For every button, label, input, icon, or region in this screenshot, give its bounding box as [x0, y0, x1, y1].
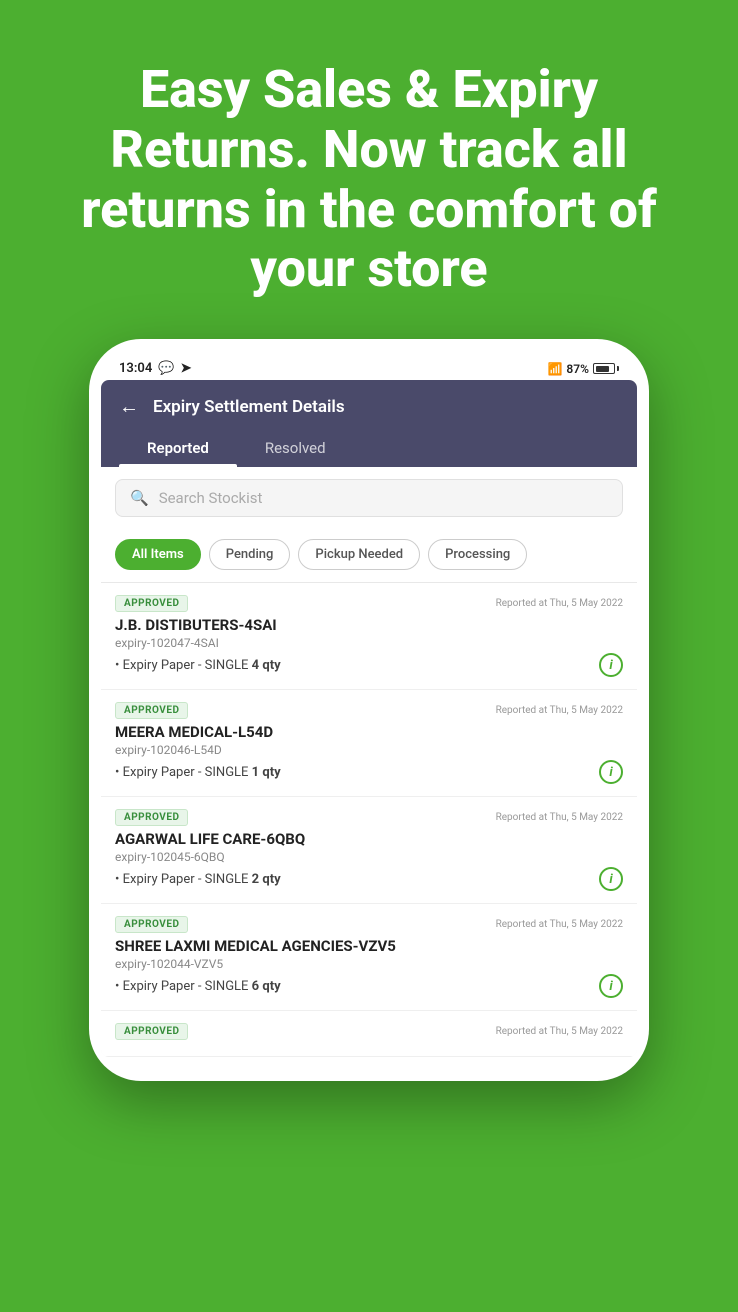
whatsapp-icon: 💬 [158, 361, 174, 376]
approved-badge: APPROVED [115, 809, 188, 826]
status-left: 13:04 💬 ➤ [119, 361, 191, 376]
item-detail-text: • Expiry Paper - SINGLE 6 qty [115, 979, 281, 994]
reported-date: Reported at Thu, 5 May 2022 [496, 1026, 623, 1037]
status-bar: 13:04 💬 ➤ 📶 87% [101, 357, 637, 380]
item-detail: • Expiry Paper - SINGLE 4 qty i [115, 653, 623, 677]
item-detail: • Expiry Paper - SINGLE 1 qty i [115, 760, 623, 784]
info-button[interactable]: i [599, 867, 623, 891]
item-detail: • Expiry Paper - SINGLE 6 qty i [115, 974, 623, 998]
battery-icon [593, 363, 619, 374]
item-detail-text: • Expiry Paper - SINGLE 1 qty [115, 765, 281, 780]
item-detail: • Expiry Paper - SINGLE 2 qty i [115, 867, 623, 891]
item-header: APPROVED Reported at Thu, 5 May 2022 [115, 1023, 623, 1040]
phone-shell: 13:04 💬 ➤ 📶 87% ← Exp [89, 339, 649, 1081]
approved-badge: APPROVED [115, 1023, 188, 1040]
item-id: expiry-102047-4SAI [115, 636, 623, 650]
item-name: AGARWAL LIFE CARE-6QBQ [115, 830, 623, 848]
info-button[interactable]: i [599, 974, 623, 998]
back-button[interactable]: ← [119, 394, 139, 419]
reported-date: Reported at Thu, 5 May 2022 [496, 812, 623, 823]
approved-badge: APPROVED [115, 916, 188, 933]
item-id: expiry-102044-VZV5 [115, 957, 623, 971]
item-detail-text: • Expiry Paper - SINGLE 2 qty [115, 872, 281, 887]
filter-all-items[interactable]: All Items [115, 539, 201, 570]
item-id: expiry-102046-L54D [115, 743, 623, 757]
header-title: Expiry Settlement Details [153, 397, 345, 417]
search-bar[interactable]: 🔍 Search Stockist [115, 479, 623, 517]
tab-reported[interactable]: Reported [119, 431, 237, 467]
item-detail-text: • Expiry Paper - SINGLE 4 qty [115, 658, 281, 673]
reported-date: Reported at Thu, 5 May 2022 [496, 705, 623, 716]
search-input[interactable]: Search Stockist [159, 489, 263, 507]
phone-frame: 13:04 💬 ➤ 📶 87% ← Exp [89, 339, 649, 1081]
header-tabs: Reported Resolved [119, 431, 619, 467]
approved-badge: APPROVED [115, 595, 188, 612]
filter-pending[interactable]: Pending [209, 539, 291, 570]
info-button[interactable]: i [599, 653, 623, 677]
item-name: SHREE LAXMI MEDICAL AGENCIES-VZV5 [115, 937, 623, 955]
filter-processing[interactable]: Processing [428, 539, 527, 570]
item-name: J.B. DISTIBUTERS-4SAI [115, 616, 623, 634]
item-id: expiry-102045-6QBQ [115, 850, 623, 864]
battery-percent: 87% [566, 362, 589, 376]
item-header: APPROVED Reported at Thu, 5 May 2022 [115, 809, 623, 826]
item-header: APPROVED Reported at Thu, 5 May 2022 [115, 595, 623, 612]
item-header: APPROVED Reported at Thu, 5 May 2022 [115, 702, 623, 719]
item-header: APPROVED Reported at Thu, 5 May 2022 [115, 916, 623, 933]
filter-chips: All Items Pending Pickup Needed Processi… [101, 529, 637, 583]
tab-resolved[interactable]: Resolved [237, 431, 354, 467]
list-item: APPROVED Reported at Thu, 5 May 2022 [101, 1011, 637, 1057]
info-button[interactable]: i [599, 760, 623, 784]
list-item: APPROVED Reported at Thu, 5 May 2022 MEE… [101, 690, 637, 797]
status-right: 📶 87% [547, 362, 619, 376]
header-top: ← Expiry Settlement Details [119, 394, 619, 419]
network-icon: 📶 [547, 362, 562, 376]
list-item: APPROVED Reported at Thu, 5 May 2022 J.B… [101, 583, 637, 690]
signal-icon: ➤ [180, 361, 191, 376]
list-item: APPROVED Reported at Thu, 5 May 2022 SHR… [101, 904, 637, 1011]
app-header: ← Expiry Settlement Details Reported Res… [101, 380, 637, 467]
hero-text: Easy Sales & Expiry Returns. Now track a… [0, 0, 738, 329]
item-name: MEERA MEDICAL-L54D [115, 723, 623, 741]
time-display: 13:04 [119, 361, 152, 376]
app-screen: ← Expiry Settlement Details Reported Res… [101, 380, 637, 1057]
list-section: APPROVED Reported at Thu, 5 May 2022 J.B… [101, 583, 637, 1057]
reported-date: Reported at Thu, 5 May 2022 [496, 919, 623, 930]
filter-pickup-needed[interactable]: Pickup Needed [298, 539, 420, 570]
list-item: APPROVED Reported at Thu, 5 May 2022 AGA… [101, 797, 637, 904]
search-section: 🔍 Search Stockist [101, 467, 637, 529]
search-icon: 🔍 [130, 489, 149, 507]
approved-badge: APPROVED [115, 702, 188, 719]
reported-date: Reported at Thu, 5 May 2022 [496, 598, 623, 609]
